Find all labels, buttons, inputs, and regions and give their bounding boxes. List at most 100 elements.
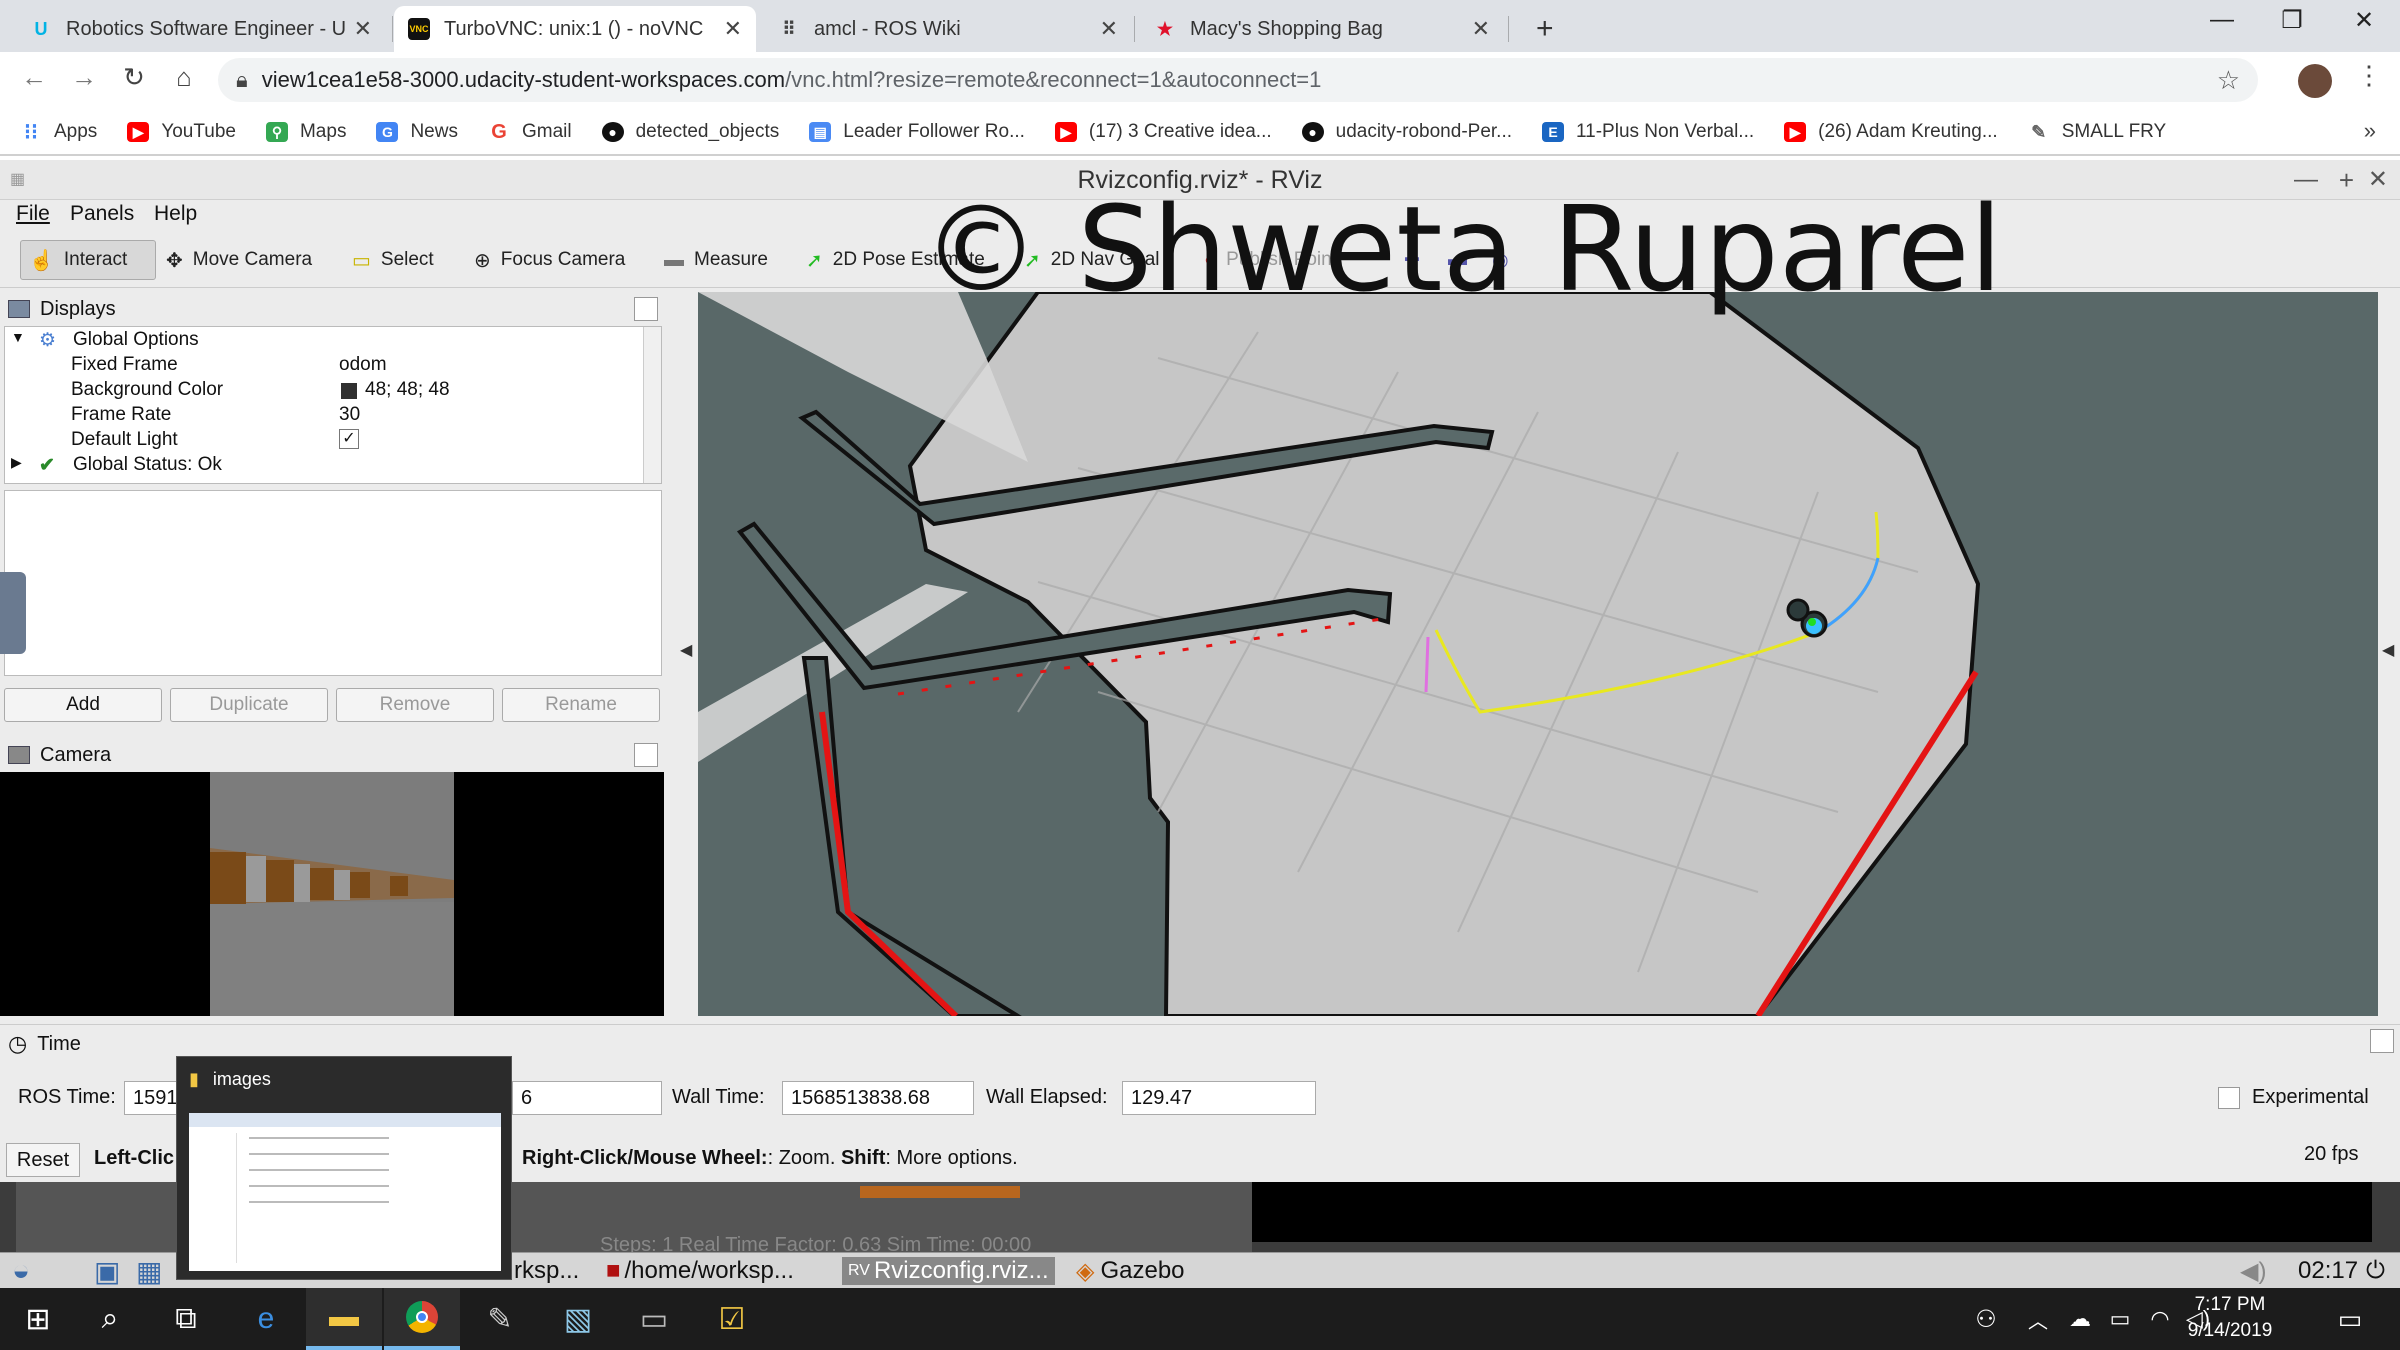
reload-icon[interactable]: ↻	[114, 62, 154, 93]
experimental-checkbox[interactable]	[2218, 1087, 2240, 1109]
collapse-left-icon[interactable]: ◀	[680, 640, 692, 660]
restore-icon[interactable]: ❐	[2272, 6, 2312, 35]
onedrive-icon[interactable]: ☁	[2058, 1288, 2102, 1350]
close-icon[interactable]: ✕	[1472, 16, 1490, 42]
task-workspace[interactable]: rksp...	[514, 1257, 579, 1285]
settings-icon[interactable]: ▦	[136, 1256, 162, 1287]
displays-tree[interactable]: ▼ ⚙ Global Options Fixed Frame odom Backgro…	[4, 326, 662, 484]
tool-interact[interactable]: ☝ Interact	[20, 240, 156, 280]
tree-value[interactable]: 48; 48; 48	[339, 379, 450, 401]
tab-amcl[interactable]: ⠿ amcl - ROS Wiki ✕	[764, 6, 1132, 52]
task-view-icon[interactable]: ⧉	[148, 1288, 224, 1350]
tree-row-default-light[interactable]: Default Light ✓	[5, 429, 645, 454]
back-icon[interactable]: ←	[14, 62, 54, 93]
bookmark-detected-objects[interactable]: ● detected_objects	[601, 121, 779, 143]
maximize-icon[interactable]: +	[2339, 160, 2354, 200]
tree-row-fixed-frame[interactable]: Fixed Frame odom	[5, 354, 645, 379]
bookmark-maps[interactable]: ⚲ Maps	[265, 121, 346, 143]
menu-help[interactable]: Help	[154, 202, 197, 226]
side-handle[interactable]	[0, 572, 26, 654]
tree-scrollbar[interactable]	[643, 327, 661, 483]
reset-button[interactable]: Reset	[6, 1143, 80, 1177]
tab-robotics[interactable]: U Robotics Software Engineer - Ud ✕	[16, 6, 386, 52]
bookmark-small-fry[interactable]: ✎ SMALL FRY	[2028, 121, 2166, 143]
panel-float-checkbox[interactable]	[2370, 1029, 2394, 1053]
show-hidden-icons[interactable]: ︿	[2016, 1288, 2060, 1350]
terminal-app-icon[interactable]: ▭	[616, 1288, 692, 1350]
expand-arrow-icon[interactable]: ▼	[11, 329, 25, 345]
task-terminal[interactable]: ■/home/worksp...	[606, 1257, 794, 1285]
tree-row-global-options[interactable]: ▼ ⚙ Global Options	[5, 329, 645, 354]
menu-logo-icon[interactable]: ◒	[12, 1254, 30, 1287]
bookmark-news[interactable]: G News	[376, 121, 458, 143]
bookmark-leader-follower[interactable]: ▤ Leader Follower Ro...	[809, 121, 1025, 143]
tool-measure[interactable]: ▬ Measure	[656, 240, 776, 280]
system-clock[interactable]: 7:17 PM 9/14/2019	[2170, 1292, 2290, 1344]
add-button[interactable]: Add	[4, 688, 162, 722]
close-icon[interactable]: ✕	[2368, 160, 2388, 200]
tool-select[interactable]: ▭ Select	[344, 240, 442, 280]
tree-row-global-status[interactable]: ▶ ✔ Global Status: Ok	[5, 454, 645, 479]
todo-icon[interactable]: ☑	[694, 1288, 770, 1350]
bookmark-star-icon[interactable]: ☆	[2217, 65, 2240, 96]
tree-row-frame-rate[interactable]: Frame Rate 30	[5, 404, 645, 429]
search-icon[interactable]: ⌕	[72, 1288, 148, 1350]
avatar[interactable]	[2298, 64, 2332, 98]
close-window-icon[interactable]: ✕	[2344, 6, 2384, 35]
home-icon[interactable]: ⌂	[164, 62, 204, 93]
people-icon[interactable]: ⚇	[1956, 1288, 2016, 1350]
ros-time-field[interactable]: 1591	[124, 1081, 184, 1115]
forward-icon[interactable]: →	[64, 62, 104, 93]
task-gazebo[interactable]: ◈ Gazebo	[1076, 1257, 1185, 1285]
bookmark-11plus[interactable]: E 11-Plus Non Verbal...	[1542, 121, 1754, 143]
panel-float-checkbox[interactable]	[634, 297, 658, 321]
tree-value[interactable]: 30	[339, 404, 360, 426]
bookmark-creative-ideas[interactable]: ▶ (17) 3 Creative idea...	[1054, 121, 1272, 143]
windows-start-icon[interactable]: ⊞	[0, 1288, 76, 1350]
ros-elapsed-field[interactable]: 6	[512, 1081, 662, 1115]
collapse-right-icon[interactable]: ◀	[2382, 640, 2394, 660]
notepad-icon[interactable]: ▧	[540, 1288, 616, 1350]
new-tab-button[interactable]: +	[1522, 6, 1568, 52]
tree-value[interactable]: odom	[339, 354, 387, 376]
chrome-icon[interactable]	[384, 1288, 460, 1350]
panel-float-checkbox[interactable]	[634, 743, 658, 767]
bookmark-adam[interactable]: ▶ (26) Adam Kreuting...	[1784, 121, 1998, 143]
address-bar[interactable]: 🔒︎ view1cea1e58-3000.udacity-student-wor…	[218, 58, 2258, 102]
default-light-checkbox[interactable]: ✓	[339, 429, 359, 449]
power-icon[interactable]: ⏻	[2366, 1257, 2385, 1285]
battery-icon[interactable]: ▭	[2098, 1288, 2142, 1350]
collapse-arrow-icon[interactable]: ▶	[11, 454, 22, 471]
close-icon[interactable]: ✕	[354, 16, 372, 42]
close-icon[interactable]: ✕	[1100, 16, 1118, 42]
bookmark-youtube[interactable]: ▶ YouTube	[127, 121, 236, 143]
file-explorer-icon[interactable]: ▬	[306, 1288, 382, 1350]
images-thumbnail-popup[interactable]: ▮ images	[176, 1056, 512, 1280]
wall-time-field[interactable]: 1568513838.68	[782, 1081, 974, 1115]
wall-elapsed-field[interactable]: 129.47	[1122, 1081, 1316, 1115]
menu-panels[interactable]: Panels	[70, 202, 134, 226]
edge-icon[interactable]: e	[228, 1288, 304, 1350]
notifications-icon[interactable]: ▭	[2312, 1288, 2388, 1350]
paint-icon[interactable]: ✎	[462, 1288, 538, 1350]
minimize-icon[interactable]: —	[2294, 160, 2318, 200]
bookmark-apps[interactable]: ⁝⁝ Apps	[20, 119, 97, 144]
task-rviz[interactable]: RV Rvizconfig.rviz...	[842, 1257, 1055, 1285]
tree-row-background-color[interactable]: Background Color 48; 48; 48	[5, 379, 645, 404]
menu-file[interactable]: File	[16, 202, 50, 226]
close-icon[interactable]: ✕	[724, 16, 742, 42]
files-icon[interactable]: ▣	[94, 1256, 120, 1287]
duplicate-button[interactable]: Duplicate	[170, 688, 328, 722]
volume-icon[interactable]: ◀)	[2240, 1257, 2266, 1285]
render-3d-view[interactable]	[698, 292, 2378, 1016]
tool-move-camera[interactable]: ✥ Move Camera	[158, 240, 320, 280]
bookmarks-overflow-icon[interactable]: »	[2364, 118, 2376, 144]
minimize-icon[interactable]: —	[2202, 6, 2242, 34]
menu-kebab-icon[interactable]: ⋮	[2356, 60, 2382, 91]
bookmark-gmail[interactable]: G Gmail	[488, 121, 571, 143]
bookmark-udacity-robond[interactable]: ● udacity-robond-Per...	[1301, 121, 1512, 143]
tab-turbovnc[interactable]: VNC TurboVNC: unix:1 () - noVNC ✕	[394, 6, 756, 52]
rename-button[interactable]: Rename	[502, 688, 660, 722]
tab-macys[interactable]: ★ Macy's Shopping Bag ✕	[1140, 6, 1504, 52]
tool-focus-camera[interactable]: ⊕ Focus Camera	[466, 240, 633, 280]
